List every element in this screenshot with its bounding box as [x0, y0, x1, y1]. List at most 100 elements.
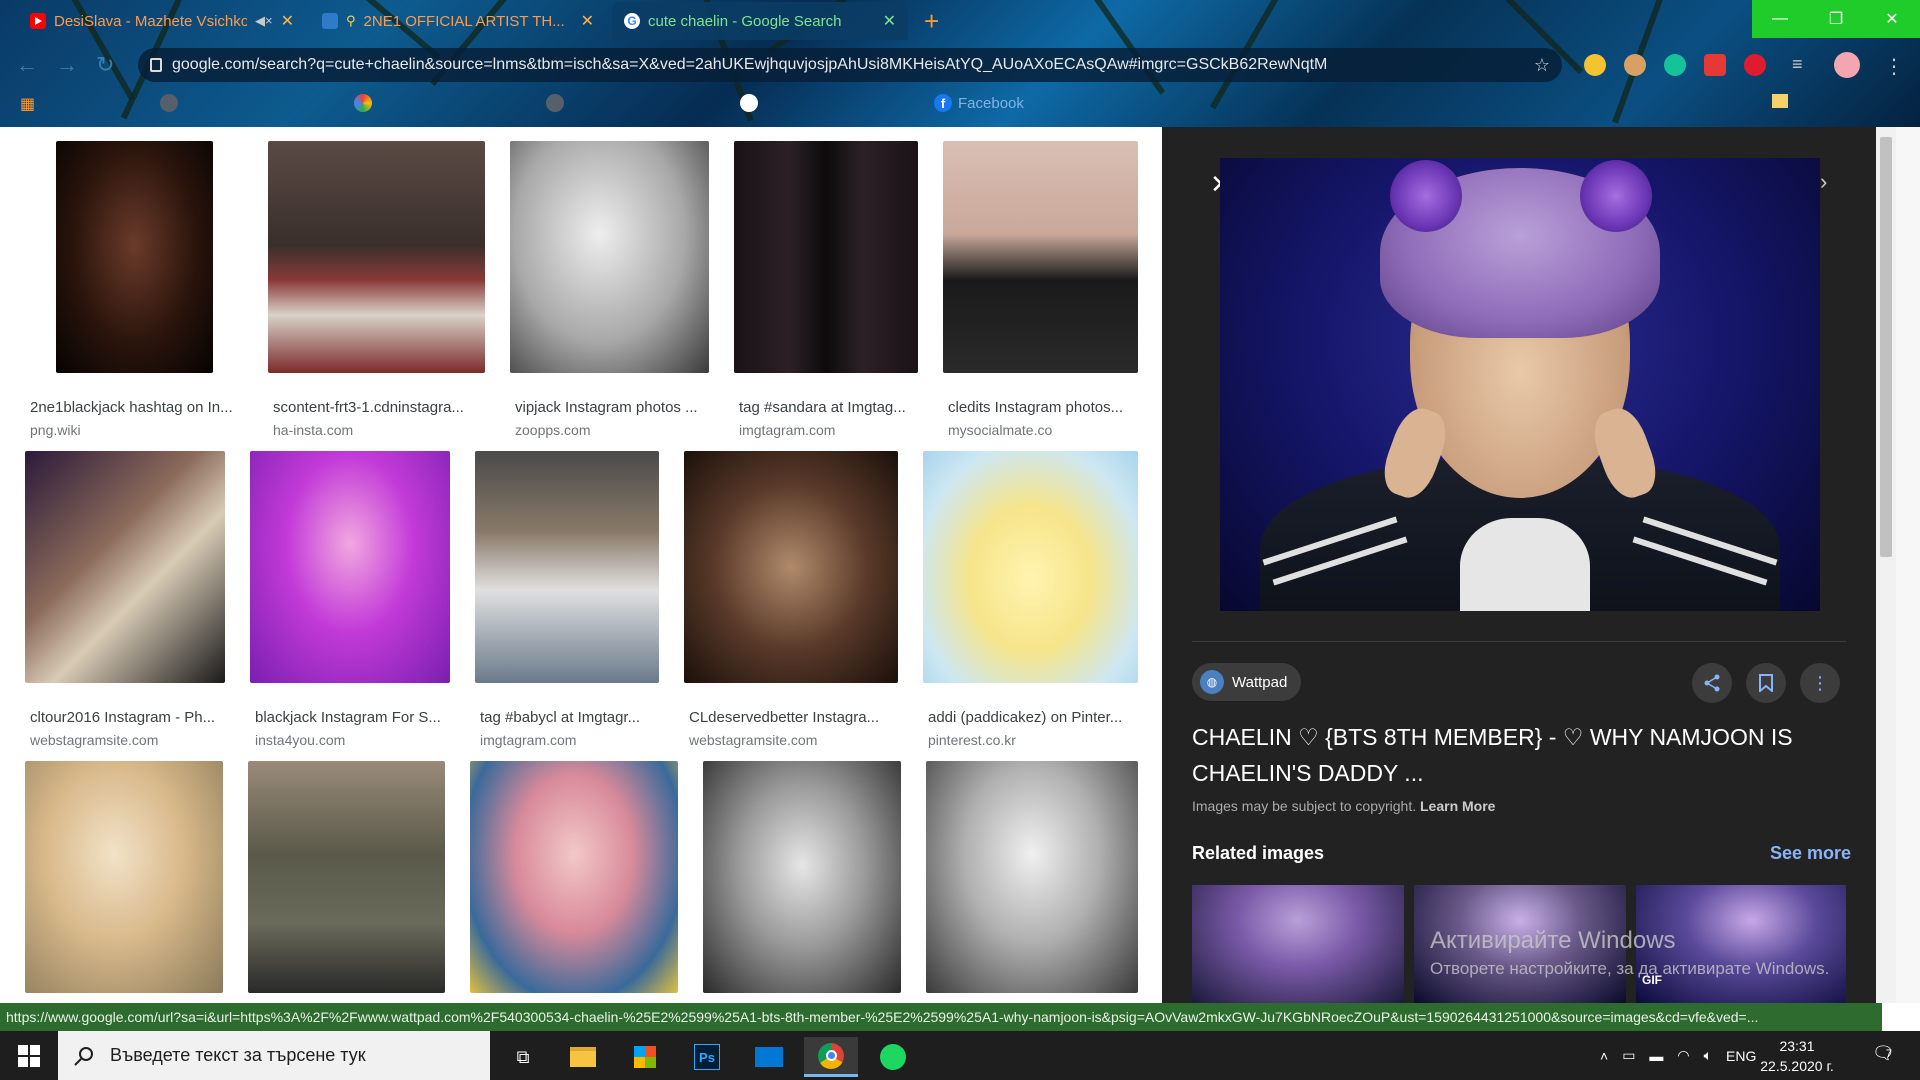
related-images-heading: Related images: [1192, 843, 1325, 863]
result-thumbnail[interactable]: [25, 451, 225, 683]
result-title[interactable]: tag #sandara at Imgtag...: [739, 399, 929, 416]
tab-close-icon[interactable]: ✕: [281, 11, 294, 31]
image-figure: [1580, 160, 1652, 232]
bookmark-favicon-icon[interactable]: [740, 94, 758, 112]
minimize-button[interactable]: —: [1752, 0, 1808, 38]
result-thumbnail[interactable]: [943, 141, 1138, 373]
battery-icon[interactable]: ▭: [1622, 1047, 1635, 1064]
result-thumbnail[interactable]: [250, 451, 450, 683]
chevron-up-icon[interactable]: ˄: [1600, 1048, 1608, 1064]
profile-avatar[interactable]: [1834, 52, 1860, 78]
result-thumbnail[interactable]: [684, 451, 898, 683]
result-thumbnail[interactable]: [248, 761, 445, 993]
tab-strip: DesiSlava - Mazhete Vsichko ◀× ✕ ⚲ 2NE1 …: [0, 0, 1920, 42]
mail-icon[interactable]: [742, 1037, 796, 1077]
result-title[interactable]: blackjack Instagram For S...: [255, 709, 455, 726]
forward-button[interactable]: →: [56, 52, 78, 78]
store-icon[interactable]: [618, 1037, 672, 1077]
result-source: webstagramsite.com: [689, 732, 818, 748]
file-explorer-icon[interactable]: [556, 1037, 610, 1077]
link-status-bar: https://www.google.com/url?sa=i&url=http…: [0, 1003, 1882, 1031]
bookmark-favicon-icon[interactable]: [546, 94, 564, 112]
new-tab-button[interactable]: +: [924, 8, 939, 34]
result-title[interactable]: CLdeservedbetter Instagra...: [689, 709, 894, 726]
result-title[interactable]: 2ne1blackjack hashtag on In...: [30, 399, 250, 416]
tab-title: 2NE1 OFFICIAL ARTIST TH...: [363, 12, 565, 30]
wifi-icon[interactable]: ◠: [1677, 1047, 1689, 1064]
result-source: png.wiki: [30, 422, 81, 438]
laptop-icon[interactable]: ▬: [1649, 1048, 1663, 1064]
result-thumbnail[interactable]: [703, 761, 901, 993]
reload-button[interactable]: ↻: [96, 52, 114, 78]
result-title[interactable]: tag #babycl at Imgtagr...: [480, 709, 665, 726]
bookmark-facebook[interactable]: f Facebook: [934, 94, 1024, 112]
bookmark-icon: [1759, 674, 1773, 692]
address-url[interactable]: google.com/search?q=cute+chaelin&source=…: [172, 56, 1524, 74]
search-icon: [74, 1046, 93, 1066]
result-title[interactable]: cltour2016 Instagram - Ph...: [30, 709, 230, 726]
task-view-icon[interactable]: ⧉: [496, 1037, 550, 1077]
next-image-icon[interactable]: ›: [1820, 169, 1827, 195]
pocket-icon[interactable]: [1704, 54, 1726, 76]
result-title[interactable]: scontent-frt3-1.cdninstagra...: [273, 399, 493, 416]
scrollbar-thumb[interactable]: [1880, 137, 1892, 557]
save-button[interactable]: [1746, 663, 1786, 703]
result-title[interactable]: vipjack Instagram photos ...: [515, 399, 725, 416]
grammarly-icon[interactable]: [1664, 54, 1686, 76]
apps-grid-icon[interactable]: ▦: [20, 94, 35, 114]
notifications-button[interactable]: 🗨︎ 7: [1872, 1043, 1906, 1064]
more-options-button[interactable]: ⋮: [1800, 663, 1840, 703]
chrome-icon[interactable]: [804, 1037, 858, 1077]
bookmark-favicon-icon[interactable]: [354, 94, 372, 112]
result-thumbnail[interactable]: [470, 761, 678, 993]
result-thumbnail[interactable]: [268, 141, 485, 373]
bookmark-folder-icon[interactable]: [1772, 94, 1788, 108]
learn-more-link[interactable]: Learn More: [1420, 798, 1495, 814]
preview-title[interactable]: CHAELIN ♡ {BTS 8TH MEMBER} - ♡ WHY NAMJO…: [1192, 719, 1832, 791]
result-title[interactable]: cledits Instagram photos...: [948, 399, 1143, 416]
tab-youtube[interactable]: DesiSlava - Mazhete Vsichko ◀× ✕: [18, 2, 306, 40]
page-scrollbar[interactable]: [1876, 127, 1896, 1003]
result-thumbnail[interactable]: [510, 141, 709, 373]
tab-close-icon[interactable]: ✕: [581, 11, 594, 31]
result-source: pinterest.co.kr: [928, 732, 1016, 748]
volume-icon[interactable]: 🔈︎: [1704, 1047, 1712, 1064]
adblock-icon[interactable]: [1744, 54, 1766, 76]
photoshop-icon[interactable]: Ps: [680, 1037, 734, 1077]
spotify-icon[interactable]: [866, 1037, 920, 1077]
bookmark-star-icon[interactable]: ☆: [1534, 55, 1550, 76]
tab-2ne1[interactable]: ⚲ 2NE1 OFFICIAL ARTIST TH... ✕: [310, 2, 606, 40]
taskbar-search[interactable]: Въведете текст за търсене тук: [58, 1031, 490, 1080]
result-thumbnail[interactable]: [734, 141, 918, 373]
related-image[interactable]: [1192, 885, 1404, 1003]
window-close-button[interactable]: ✕: [1864, 0, 1920, 38]
result-title[interactable]: addi (paddicakez) on Pinter...: [928, 709, 1138, 726]
tab-close-icon[interactable]: ✕: [883, 11, 896, 31]
source-chip[interactable]: ◍ Wattpad: [1192, 663, 1302, 701]
restore-button[interactable]: ❐: [1808, 0, 1864, 38]
clock[interactable]: 23:31 22.5.2020 г.: [1752, 1036, 1842, 1076]
browser-menu-icon[interactable]: ⋮: [1884, 54, 1906, 78]
cookie-extension-icon[interactable]: [1624, 54, 1646, 76]
tab-google-search[interactable]: G cute chaelin - Google Search ✕: [612, 2, 908, 40]
result-thumbnail[interactable]: [25, 761, 223, 993]
extension-icon[interactable]: [1584, 54, 1606, 76]
side-gutter: [1896, 127, 1920, 1003]
result-thumbnail[interactable]: [475, 451, 659, 683]
result-thumbnail[interactable]: [926, 761, 1138, 993]
bookmark-favicon-icon[interactable]: [160, 94, 178, 112]
result-source: ha-insta.com: [273, 422, 354, 438]
result-thumbnail[interactable]: [923, 451, 1138, 683]
youtube-icon: [30, 13, 46, 29]
back-button[interactable]: ←: [16, 52, 38, 78]
speaker-muted-icon[interactable]: ◀×: [255, 13, 273, 29]
start-button[interactable]: [0, 1031, 58, 1080]
preview-image[interactable]: [1220, 158, 1820, 611]
share-button[interactable]: [1692, 663, 1732, 703]
menu-list-icon[interactable]: ≡: [1792, 54, 1814, 76]
result-thumbnail[interactable]: [56, 141, 213, 373]
share-icon: [1704, 674, 1720, 692]
address-bar[interactable]: google.com/search?q=cute+chaelin&source=…: [138, 48, 1562, 82]
see-more-link[interactable]: See more: [1770, 843, 1851, 864]
copyright-text: Images may be subject to copyright.: [1192, 798, 1417, 814]
